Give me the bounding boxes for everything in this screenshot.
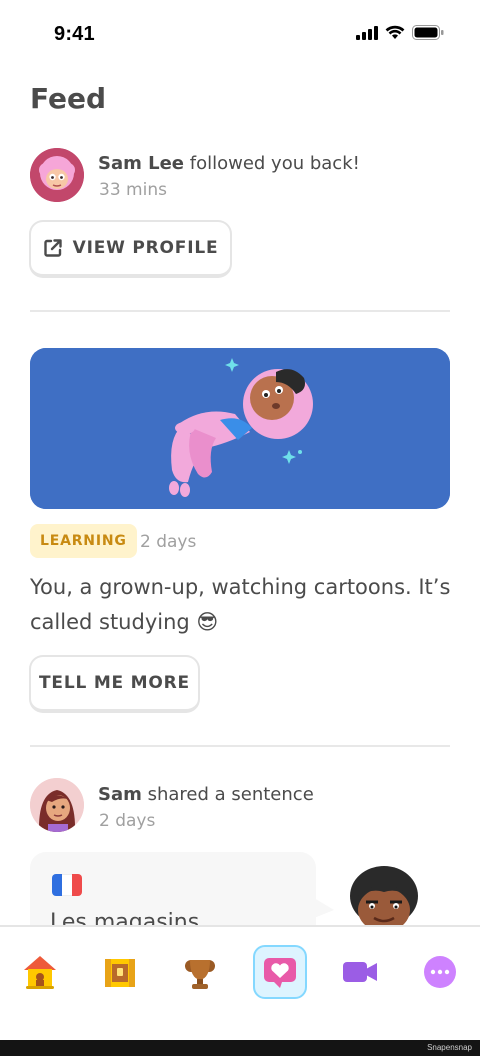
tab-feed[interactable] (253, 945, 307, 999)
tab-more[interactable] (413, 945, 467, 999)
wifi-icon (385, 25, 405, 39)
notification-user-name[interactable]: Sam Lee (98, 153, 184, 174)
more-icon (424, 956, 456, 988)
battery-icon (412, 25, 444, 40)
divider (30, 310, 450, 312)
status-icons (356, 25, 444, 40)
avatar-illustration (30, 148, 84, 202)
share-post-action: shared a sentence (141, 784, 314, 805)
tab-home[interactable] (13, 945, 67, 999)
cellular-signal-icon (356, 25, 378, 40)
share-post-time: 2 days (99, 811, 156, 831)
learning-badge: LEARNING (30, 524, 137, 558)
notification-action: followed you back! (184, 153, 360, 174)
page-title: Feed (30, 82, 107, 115)
tell-me-more-button[interactable]: TELL ME MORE (29, 655, 200, 713)
notification-time: 33 mins (99, 180, 167, 200)
tab-leaderboards[interactable] (173, 945, 227, 999)
learning-post-time: 2 days (140, 532, 197, 552)
learning-post-illustration (30, 348, 450, 509)
tell-me-more-label: TELL ME MORE (39, 673, 190, 693)
trophy-icon (185, 960, 215, 989)
share-post-user-name[interactable]: Sam (98, 784, 142, 805)
learning-post-text: You, a grown-up, watching cartoons. It’s… (30, 575, 451, 634)
view-profile-label: VIEW PROFILE (72, 238, 219, 258)
view-profile-button[interactable]: VIEW PROFILE (29, 220, 232, 278)
treasure-chest-icon (105, 959, 135, 987)
watermark-label: Snapensnap (427, 1043, 472, 1052)
bottom-tab-bar (0, 925, 480, 1040)
share-post-header: Sam shared a sentence (98, 784, 314, 805)
notification-text: Sam Lee followed you back! (98, 153, 360, 174)
avatar-sam[interactable] (30, 778, 84, 832)
home-icon (24, 956, 56, 989)
divider (30, 745, 450, 747)
tab-video-call[interactable] (333, 945, 387, 999)
character-illustration (30, 348, 450, 509)
avatar-sam-lee[interactable] (30, 148, 84, 202)
status-time: 9:41 (54, 23, 95, 45)
speech-bubble-tail (314, 898, 334, 918)
avatar-illustration (30, 778, 84, 832)
status-bar: 9:41 (0, 0, 480, 72)
character-illustration (350, 866, 418, 926)
footer-strip: Snapensnap (0, 1040, 480, 1056)
video-call-icon (343, 962, 377, 982)
french-flag-icon (52, 874, 82, 896)
tab-quests[interactable] (93, 945, 147, 999)
feed-heart-icon (264, 958, 296, 988)
external-link-icon (43, 239, 62, 257)
